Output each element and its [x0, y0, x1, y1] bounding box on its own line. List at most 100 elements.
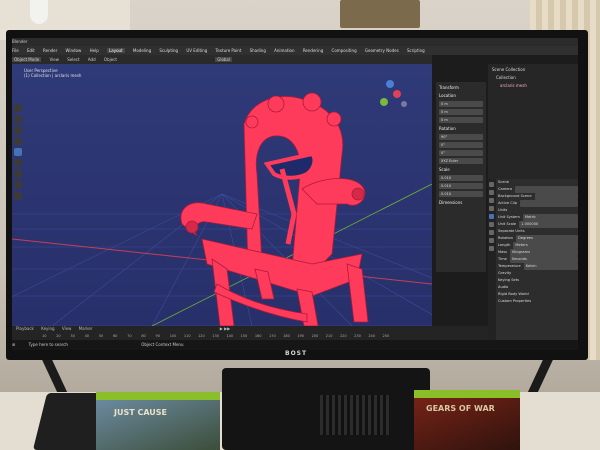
- frame-number: 180: [283, 334, 290, 338]
- tab-modeling[interactable]: Modeling: [133, 48, 151, 53]
- tab-layout[interactable]: Layout: [107, 48, 125, 53]
- tool-tab-icon[interactable]: [489, 182, 494, 187]
- move-tool-icon[interactable]: [14, 126, 22, 134]
- location-x-field[interactable]: 0 m: [439, 101, 483, 107]
- mode-select[interactable]: Object Mode: [12, 57, 42, 62]
- unit-scale-row: Unit Scale 1.000000: [498, 221, 578, 228]
- tab-rendering[interactable]: Rendering: [303, 48, 323, 53]
- header-select[interactable]: Select: [67, 57, 79, 62]
- render-tab-icon[interactable]: [489, 190, 494, 195]
- timeline-keying-menu[interactable]: Keying: [41, 326, 54, 331]
- units-header[interactable]: Units: [498, 207, 578, 214]
- tab-shading[interactable]: Shading: [250, 48, 266, 53]
- tab-geometry-nodes[interactable]: Geometry Nodes: [365, 48, 399, 53]
- scale-tool-icon[interactable]: [14, 148, 22, 156]
- header-view[interactable]: View: [49, 57, 59, 62]
- annotate-tool-icon[interactable]: [14, 170, 22, 178]
- tab-scripting[interactable]: Scripting: [407, 48, 425, 53]
- rotate-tool-icon[interactable]: [14, 137, 22, 145]
- cursor-tool-icon[interactable]: [14, 115, 22, 123]
- length-unit-row: Length Meters: [498, 242, 578, 249]
- section-rigid-body-world[interactable]: Rigid Body World: [498, 291, 578, 298]
- length-unit-select[interactable]: Meters: [513, 242, 578, 249]
- output-tab-icon[interactable]: [489, 198, 494, 203]
- temperature-unit-select[interactable]: Kelvin: [523, 263, 578, 270]
- add-cube-tool-icon[interactable]: [14, 192, 22, 200]
- timeline: Playback Keying View Marker ▶ ▶▶ 10 20 30 4…: [12, 326, 488, 340]
- header-add[interactable]: Add: [88, 57, 96, 62]
- timeline-playback-menu[interactable]: Playback: [16, 326, 34, 331]
- rotation-unit-select[interactable]: Degrees: [516, 235, 578, 242]
- scale-z-field[interactable]: 0.010: [439, 191, 483, 197]
- section-audio[interactable]: Audio: [498, 284, 578, 291]
- time-unit-select[interactable]: Seconds: [509, 256, 578, 263]
- viewport-scene: [12, 80, 432, 326]
- scene-tab-icon[interactable]: [489, 214, 494, 219]
- section-keying-sets[interactable]: Keying Sets: [498, 277, 578, 284]
- taskbar-item[interactable]: Object Context Menu: [141, 342, 183, 347]
- scale-x-field[interactable]: 0.010: [439, 175, 483, 181]
- menu-render[interactable]: Render: [43, 48, 57, 53]
- ornate-chair-model[interactable]: [180, 92, 369, 326]
- start-icon[interactable]: ⊞: [12, 342, 15, 347]
- active-clip-field[interactable]: [520, 200, 578, 207]
- time-unit-row: Time Seconds: [498, 256, 578, 263]
- rotation-x-field[interactable]: 90°: [439, 134, 483, 140]
- tab-sculpting[interactable]: Sculpting: [159, 48, 178, 53]
- play-controls[interactable]: ▶ ▶▶: [220, 326, 231, 331]
- mass-unit-select[interactable]: Kilograms: [510, 249, 578, 256]
- modifier-tab-icon[interactable]: [489, 238, 494, 243]
- separate-units-row[interactable]: Separate Units: [498, 228, 578, 235]
- object-tab-icon[interactable]: [489, 230, 494, 235]
- frame-number: 20: [56, 334, 61, 338]
- monitor-brand-logo: BOST: [285, 350, 308, 357]
- frame-ruler[interactable]: 10 20 30 40 50 60 70 80 90 100 110 120 130 140 150 160 1…: [12, 332, 488, 340]
- navigation-gizmo[interactable]: [380, 80, 407, 107]
- frame-number: 150: [240, 334, 248, 338]
- taskbar-search[interactable]: Type here to search: [29, 342, 68, 347]
- tab-uv-editing[interactable]: UV Editing: [186, 48, 207, 53]
- lamp: [30, 0, 48, 24]
- rotation-unit-row: Rotation Degrees: [498, 235, 578, 242]
- mass-unit-row: Mass Kilograms: [498, 249, 578, 256]
- timeline-marker-menu[interactable]: Marker: [79, 326, 93, 331]
- scene-name: Scene: [498, 179, 578, 186]
- rotation-z-field[interactable]: 0°: [439, 150, 483, 156]
- unit-system-select[interactable]: Metric: [522, 214, 578, 221]
- scene-label: Scene: [498, 180, 509, 184]
- material-tab-icon[interactable]: [489, 246, 494, 251]
- tab-texture-paint[interactable]: Texture Paint: [216, 48, 242, 53]
- scale-y-field[interactable]: 0.010: [439, 183, 483, 189]
- location-y-field[interactable]: 0 m: [439, 109, 483, 115]
- location-z-field[interactable]: 0 m: [439, 117, 483, 123]
- unit-scale-field[interactable]: 1.000000: [519, 221, 578, 228]
- measure-tool-icon[interactable]: [14, 181, 22, 189]
- active-clip-label: Active Clip: [498, 201, 518, 205]
- view-layer-tab-icon[interactable]: [489, 206, 494, 211]
- outliner-item-collection[interactable]: Collection: [492, 75, 574, 80]
- section-custom-properties[interactable]: Custom Properties: [498, 298, 578, 305]
- section-gravity[interactable]: Gravity: [498, 270, 578, 277]
- menu-edit[interactable]: Edit: [27, 48, 35, 53]
- camera-field[interactable]: [515, 186, 578, 193]
- menu-help[interactable]: Help: [90, 48, 99, 53]
- menu-file[interactable]: File: [12, 48, 19, 53]
- rotation-y-field[interactable]: 0°: [439, 142, 483, 148]
- transform-orientation[interactable]: Global: [215, 57, 232, 62]
- outliner-panel: Scene Collection Collection arclaris mes…: [488, 64, 578, 179]
- header-object[interactable]: Object: [104, 57, 117, 62]
- background-scene-field[interactable]: [534, 193, 578, 200]
- outliner-item-scene-collection[interactable]: Scene Collection: [492, 67, 574, 72]
- outliner-item-mesh[interactable]: arclaris mesh: [492, 83, 574, 88]
- world-tab-icon[interactable]: [489, 222, 494, 227]
- rotation-mode-select[interactable]: XYZ Euler: [439, 158, 483, 164]
- 3d-viewport[interactable]: User Perspective (1) Collection | arclar…: [12, 64, 432, 326]
- transform-tool-icon[interactable]: [14, 159, 22, 167]
- xbox-band-left: [96, 392, 220, 400]
- frame-number: 210: [325, 334, 333, 338]
- tab-compositing[interactable]: Compositing: [332, 48, 357, 53]
- select-tool-icon[interactable]: [14, 104, 22, 112]
- menu-window[interactable]: Window: [66, 48, 82, 53]
- timeline-view-menu[interactable]: View: [62, 326, 72, 331]
- tab-animation[interactable]: Animation: [274, 48, 294, 53]
